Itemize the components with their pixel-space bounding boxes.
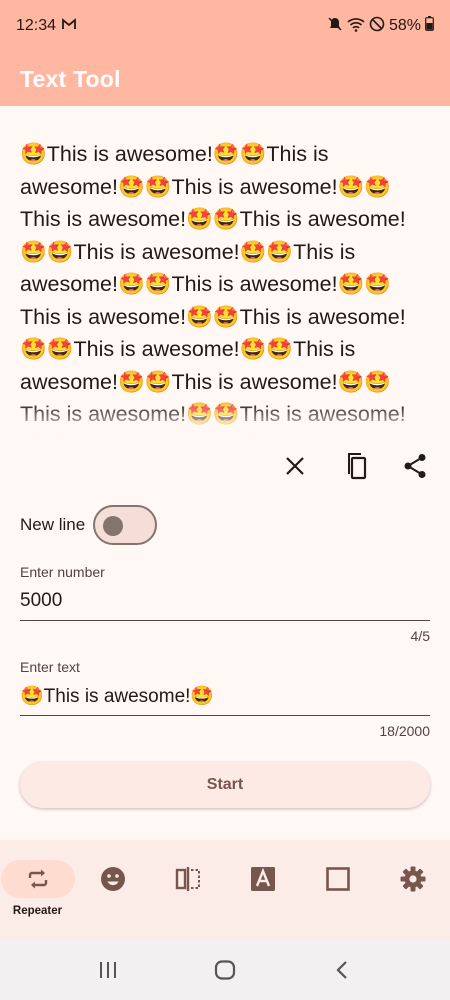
text-field-label: Enter text bbox=[20, 659, 80, 675]
back-icon bbox=[336, 961, 347, 979]
recents-icon bbox=[100, 962, 117, 978]
square-icon bbox=[325, 867, 350, 891]
battery-percent: 58% bbox=[388, 17, 421, 34]
system-nav bbox=[0, 940, 450, 1000]
nav-pill bbox=[301, 860, 375, 898]
gmail-icon bbox=[62, 17, 76, 35]
nav-pill bbox=[76, 860, 150, 898]
text-field: Enter text 18/2000 bbox=[20, 659, 430, 739]
wifi-icon bbox=[347, 16, 365, 37]
status-icons: 58% bbox=[327, 16, 434, 37]
nav-pill bbox=[376, 860, 450, 898]
home-button[interactable] bbox=[195, 950, 255, 990]
nav-item-settings[interactable] bbox=[375, 840, 450, 940]
nav-item-repeater[interactable]: Repeater bbox=[0, 840, 75, 940]
text-counter: 18/2000 bbox=[379, 723, 430, 739]
output-text: 🤩This is awesome!🤩🤩This is awesome!🤩🤩Thi… bbox=[20, 142, 406, 438]
newline-row: New line bbox=[20, 505, 158, 545]
nav-pill bbox=[0, 860, 75, 898]
nav-pill bbox=[151, 860, 225, 898]
number-field: Enter number 4/5 bbox=[20, 564, 430, 644]
repeat-icon bbox=[28, 869, 47, 889]
nav-item-square[interactable] bbox=[300, 840, 375, 940]
copy-button[interactable] bbox=[334, 446, 376, 486]
number-input[interactable] bbox=[20, 586, 430, 621]
nav-item-emoji[interactable] bbox=[75, 840, 150, 940]
dnd-icon bbox=[369, 16, 385, 37]
share-icon bbox=[404, 454, 426, 478]
recents-button[interactable] bbox=[78, 950, 138, 990]
home-icon bbox=[214, 960, 236, 980]
newline-label: New line bbox=[20, 515, 86, 534]
newline-toggle[interactable] bbox=[93, 505, 158, 545]
nav-item-mirror[interactable] bbox=[150, 840, 225, 940]
mirror-icon bbox=[175, 867, 200, 891]
share-button[interactable] bbox=[394, 446, 436, 486]
status-time: 12:34 bbox=[16, 17, 57, 34]
toggle-knob bbox=[103, 516, 124, 536]
clear-button[interactable] bbox=[274, 446, 316, 486]
mute-icon bbox=[327, 16, 343, 37]
close-icon bbox=[286, 457, 304, 475]
battery-icon bbox=[425, 16, 434, 36]
app-title: Text Tool bbox=[20, 65, 121, 92]
number-field-label: Enter number bbox=[20, 564, 105, 580]
emoji-icon bbox=[100, 867, 125, 891]
back-button[interactable] bbox=[312, 950, 372, 990]
nav-item-font[interactable] bbox=[225, 840, 300, 940]
nav-label-repeater: Repeater bbox=[12, 905, 63, 917]
output-actions bbox=[274, 446, 436, 486]
copy-icon bbox=[348, 453, 367, 480]
app-bar: Text Tool bbox=[0, 52, 450, 106]
number-counter: 4/5 bbox=[410, 628, 430, 644]
text-input[interactable] bbox=[20, 681, 430, 716]
bottom-nav: Repeater bbox=[0, 840, 450, 940]
gear-icon bbox=[400, 866, 425, 892]
status-bar: 12:34 58% bbox=[0, 0, 450, 52]
nav-pill bbox=[226, 860, 300, 898]
font-icon bbox=[250, 867, 275, 891]
start-button[interactable]: Start bbox=[20, 762, 430, 808]
